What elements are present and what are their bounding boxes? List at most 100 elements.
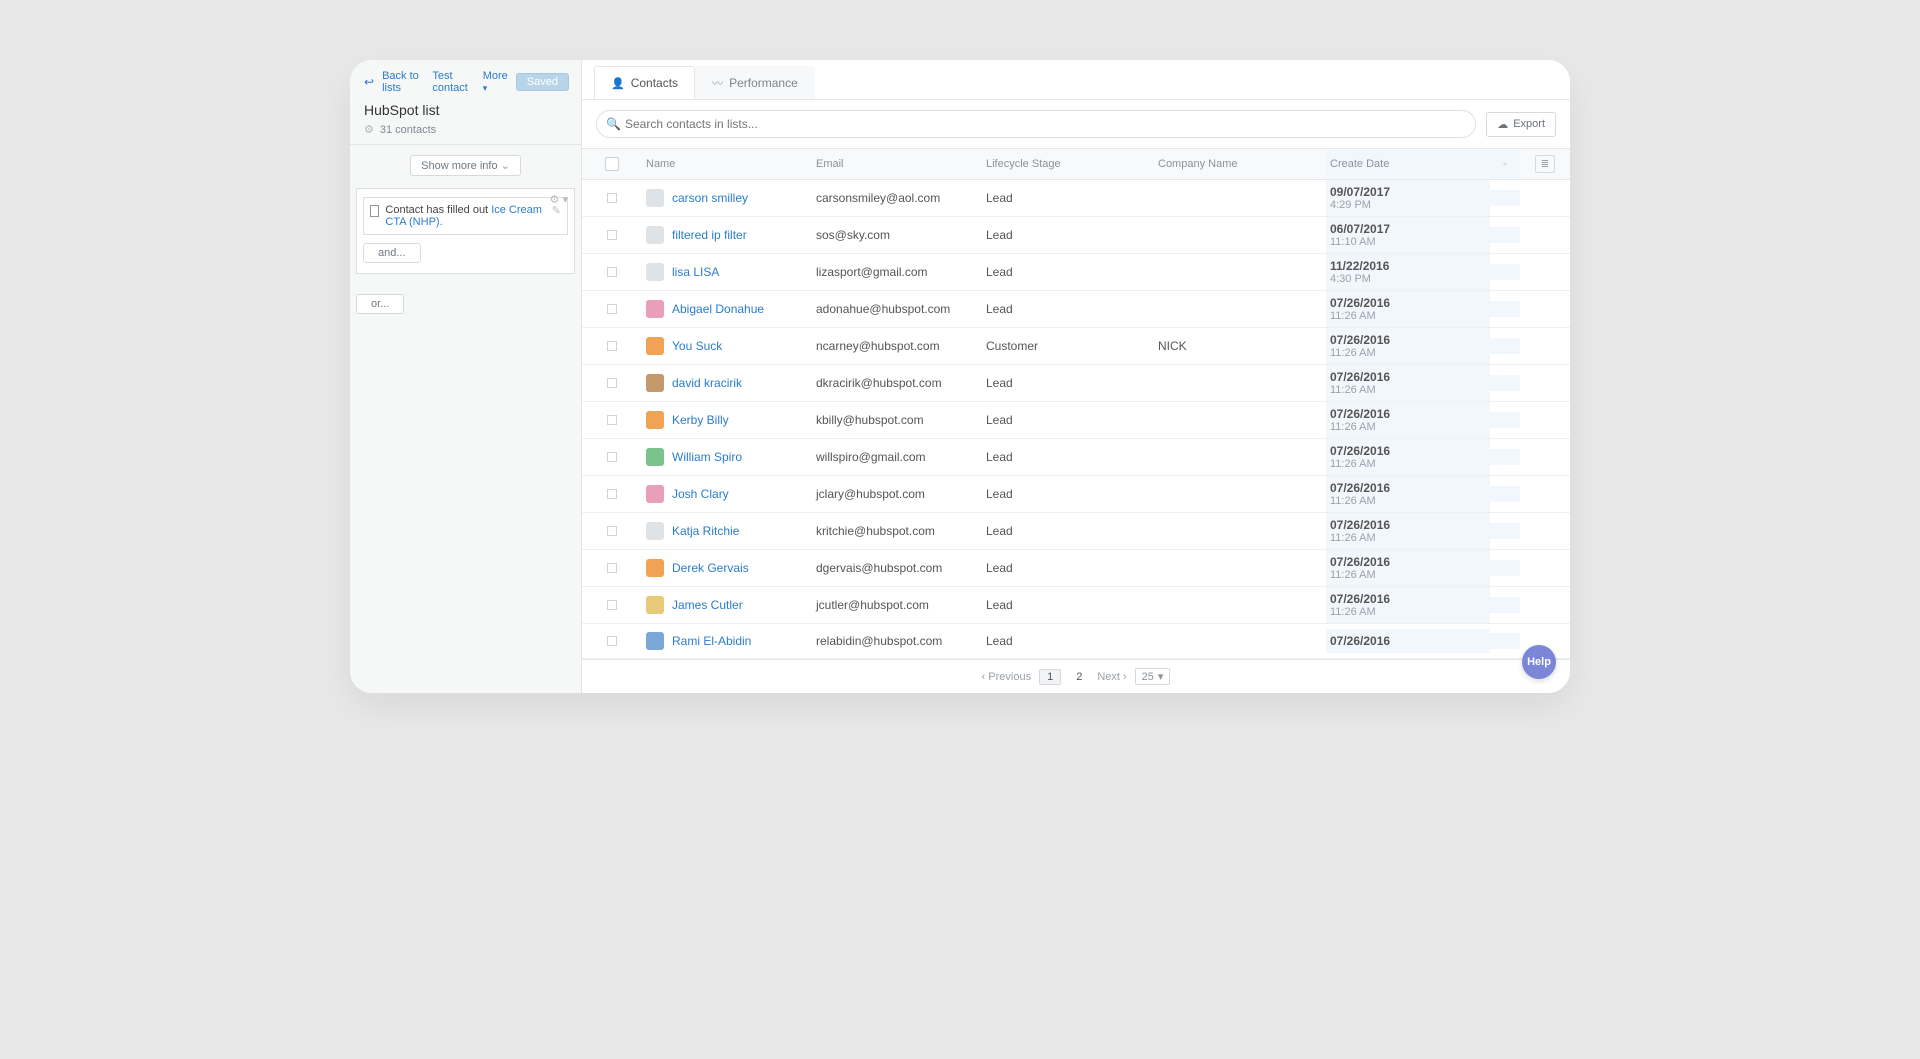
pagination-prev[interactable]: ‹ Previous xyxy=(982,671,1032,683)
row-spacer xyxy=(1490,449,1520,465)
back-to-lists-link[interactable]: Back to lists xyxy=(382,70,424,94)
header-select-all[interactable] xyxy=(582,149,642,179)
more-menu[interactable]: More xyxy=(483,70,508,94)
contact-name-link[interactable]: William Spiro xyxy=(672,450,742,464)
header-create-date[interactable]: Create Date xyxy=(1326,150,1490,178)
contact-name-link[interactable]: lisa LISA xyxy=(672,265,719,279)
table-row[interactable]: david kracirikdkracirik@hubspot.comLead0… xyxy=(582,365,1570,402)
and-button[interactable]: and... xyxy=(363,243,421,263)
header-name[interactable]: Name xyxy=(642,150,812,178)
criteria-rule[interactable]: Contact has filled out Ice Cream CTA (NH… xyxy=(363,197,568,235)
checkbox-icon[interactable] xyxy=(607,378,617,388)
pagination: ‹ Previous 1 2 Next › 25 ▾ xyxy=(582,659,1570,693)
checkbox-icon[interactable] xyxy=(607,193,617,203)
list-name: HubSpot list xyxy=(364,102,569,118)
row-email-cell: kritchie@hubspot.com xyxy=(812,516,982,546)
tab-performance[interactable]: 〰 Performance xyxy=(695,66,815,99)
help-button[interactable]: Help xyxy=(1522,645,1556,679)
gear-icon[interactable]: ⚙ xyxy=(364,123,374,136)
pagination-page-2[interactable]: 2 xyxy=(1069,670,1089,684)
table-row[interactable]: Abigael Donahueadonahue@hubspot.comLead0… xyxy=(582,291,1570,328)
contact-name-link[interactable]: carson smilley xyxy=(672,191,748,205)
saved-button[interactable]: Saved xyxy=(516,73,569,91)
table-row[interactable]: William Spirowillspiro@gmail.comLead07/2… xyxy=(582,439,1570,476)
test-contact-link[interactable]: Test contact xyxy=(432,70,474,94)
row-name-cell: Katja Ritchie xyxy=(642,514,812,548)
table-row[interactable]: Rami El-Abidinrelabidin@hubspot.comLead0… xyxy=(582,624,1570,659)
header-column-config[interactable]: ≣ xyxy=(1520,149,1570,179)
row-checkbox-cell[interactable] xyxy=(582,628,642,654)
table-row[interactable]: Katja Ritchiekritchie@hubspot.comLead07/… xyxy=(582,513,1570,550)
table-row[interactable]: Kerby Billykbilly@hubspot.comLead07/26/2… xyxy=(582,402,1570,439)
row-checkbox-cell[interactable] xyxy=(582,481,642,507)
row-name-cell: lisa LISA xyxy=(642,255,812,289)
row-spacer xyxy=(1490,301,1520,317)
row-checkbox-cell[interactable] xyxy=(582,296,642,322)
pagination-next[interactable]: Next › xyxy=(1097,671,1126,683)
row-checkbox-cell[interactable] xyxy=(582,185,642,211)
row-checkbox-cell[interactable] xyxy=(582,444,642,470)
contact-name-link[interactable]: You Suck xyxy=(672,339,722,353)
pagination-pagesize[interactable]: 25 ▾ xyxy=(1135,668,1171,685)
pulse-icon: 〰 xyxy=(712,75,723,91)
contact-name-link[interactable]: Josh Clary xyxy=(672,487,729,501)
row-checkbox-cell[interactable] xyxy=(582,259,642,285)
contact-name-link[interactable]: Kerby Billy xyxy=(672,413,729,427)
header-stage[interactable]: Lifecycle Stage xyxy=(982,150,1154,178)
tab-contacts[interactable]: 👤 Contacts xyxy=(594,66,695,99)
checkbox-icon[interactable] xyxy=(607,526,617,536)
row-checkbox-cell[interactable] xyxy=(582,592,642,618)
checkbox-icon[interactable] xyxy=(607,452,617,462)
contact-name-link[interactable]: James Cutler xyxy=(672,598,743,612)
avatar xyxy=(646,263,664,281)
pagination-page-1[interactable]: 1 xyxy=(1039,669,1061,685)
or-button[interactable]: or... xyxy=(356,294,404,314)
row-company-cell xyxy=(1154,633,1326,649)
table-row[interactable]: James Cutlerjcutler@hubspot.comLead07/26… xyxy=(582,587,1570,624)
checkbox-icon[interactable] xyxy=(605,157,619,171)
show-more-info-button[interactable]: Show more info xyxy=(410,155,521,176)
checkbox-icon[interactable] xyxy=(607,600,617,610)
header-company[interactable]: Company Name xyxy=(1154,150,1326,178)
back-arrow-icon[interactable]: ↩ xyxy=(364,75,374,89)
contact-name-link[interactable]: Rami El-Abidin xyxy=(672,634,751,648)
sidebar: ↩ Back to lists Test contact More Saved … xyxy=(350,60,582,693)
contact-name-link[interactable]: Derek Gervais xyxy=(672,561,749,575)
export-button[interactable]: ☁ Export xyxy=(1486,112,1556,137)
table-row[interactable]: Josh Claryjclary@hubspot.comLead07/26/20… xyxy=(582,476,1570,513)
table-row[interactable]: filtered ip filtersos@sky.comLead06/07/2… xyxy=(582,217,1570,254)
row-company-cell xyxy=(1154,486,1326,502)
header-email[interactable]: Email xyxy=(812,150,982,178)
row-checkbox-cell[interactable] xyxy=(582,518,642,544)
row-checkbox-cell[interactable] xyxy=(582,370,642,396)
row-email-cell: lizasport@gmail.com xyxy=(812,257,982,287)
row-company-cell xyxy=(1154,375,1326,391)
checkbox-icon[interactable] xyxy=(607,230,617,240)
contact-name-link[interactable]: Katja Ritchie xyxy=(672,524,739,538)
contact-name-link[interactable]: Abigael Donahue xyxy=(672,302,764,316)
checkbox-icon[interactable] xyxy=(607,636,617,646)
row-spacer xyxy=(1490,633,1520,649)
search-input[interactable] xyxy=(596,110,1476,138)
row-checkbox-cell[interactable] xyxy=(582,555,642,581)
contact-name-link[interactable]: filtered ip filter xyxy=(672,228,747,242)
checkbox-icon[interactable] xyxy=(607,489,617,499)
header-sort-dir[interactable]: - xyxy=(1490,150,1520,178)
main-panel: 👤 Contacts 〰 Performance 🔍 ☁ Export Name… xyxy=(582,60,1570,693)
table-row[interactable]: You Suckncarney@hubspot.comCustomerNICK0… xyxy=(582,328,1570,365)
criteria-settings-icon[interactable]: ⚙ ▾ xyxy=(550,193,568,206)
table-row[interactable]: Derek Gervaisdgervais@hubspot.comLead07/… xyxy=(582,550,1570,587)
contact-name-link[interactable]: david kracirik xyxy=(672,376,742,390)
checkbox-icon[interactable] xyxy=(607,341,617,351)
row-checkbox-cell[interactable] xyxy=(582,222,642,248)
checkbox-icon[interactable] xyxy=(607,415,617,425)
row-stage-cell: Lead xyxy=(982,294,1154,324)
table-row[interactable]: carson smilleycarsonsmiley@aol.comLead09… xyxy=(582,180,1570,217)
checkbox-icon[interactable] xyxy=(607,563,617,573)
checkbox-icon[interactable] xyxy=(607,304,617,314)
row-spacer xyxy=(1490,190,1520,206)
checkbox-icon[interactable] xyxy=(607,267,617,277)
table-row[interactable]: lisa LISAlizasport@gmail.comLead11/22/20… xyxy=(582,254,1570,291)
row-checkbox-cell[interactable] xyxy=(582,333,642,359)
row-checkbox-cell[interactable] xyxy=(582,407,642,433)
